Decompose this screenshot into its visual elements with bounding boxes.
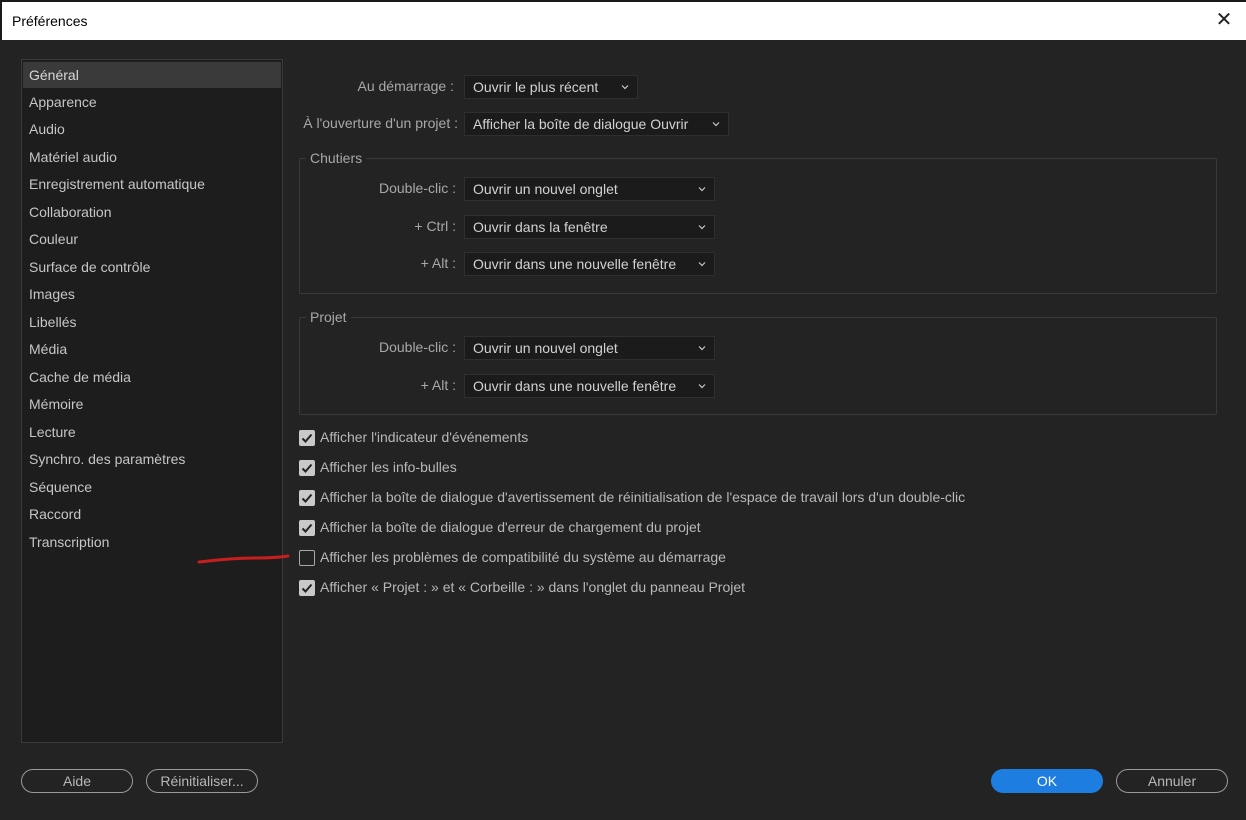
sidebar-item-labels[interactable]: Libellés xyxy=(23,309,281,335)
sidebar-item-audio-hardware[interactable]: Matériel audio xyxy=(23,144,281,170)
bins-alt-value: Ouvrir dans une nouvelle fenêtre xyxy=(473,256,677,272)
sidebar: Général Apparence Audio Matériel audio E… xyxy=(21,59,283,743)
sidebar-item-sync-settings[interactable]: Synchro. des paramètres xyxy=(23,446,281,472)
project-double-click-label: Double-clic : xyxy=(378,339,456,355)
checkbox-checked[interactable] xyxy=(299,580,315,596)
bins-double-click-select[interactable]: Ouvrir un nouvel onglet xyxy=(464,177,715,201)
window-title: Préférences xyxy=(12,13,88,29)
bins-alt-select[interactable]: Ouvrir dans une nouvelle fenêtre xyxy=(464,252,715,276)
sidebar-item-sequence[interactable]: Séquence xyxy=(23,474,281,500)
bins-double-click-value: Ouvrir un nouvel onglet xyxy=(473,181,618,197)
bins-alt-label: + Alt : xyxy=(420,255,456,271)
reset-button[interactable]: Réinitialiser... xyxy=(146,769,258,793)
project-alt-label: + Alt : xyxy=(420,377,456,393)
chevron-down-icon xyxy=(698,187,706,192)
chevron-down-icon xyxy=(698,384,706,389)
project-alt-value: Ouvrir dans une nouvelle fenêtre xyxy=(473,378,677,394)
startup-select-value: Ouvrir le plus récent xyxy=(473,79,599,95)
chevron-down-icon xyxy=(698,225,706,230)
bins-ctrl-label: + Ctrl : xyxy=(414,218,456,234)
sidebar-item-appearance[interactable]: Apparence xyxy=(23,89,281,115)
checkbox-label: Afficher « Projet : » et « Corbeille : »… xyxy=(320,579,746,595)
sidebar-item-trim[interactable]: Raccord xyxy=(23,501,281,527)
checkbox-label: Afficher les problèmes de compatibilité … xyxy=(320,549,726,565)
chevron-down-icon xyxy=(712,122,720,127)
checkbox-workspace-reset-warning[interactable]: Afficher la boîte de dialogue d'avertiss… xyxy=(299,489,967,509)
checkbox-label: Afficher la boîte de dialogue d'avertiss… xyxy=(320,489,966,505)
project-alt-select[interactable]: Ouvrir dans une nouvelle fenêtre xyxy=(464,374,715,398)
startup-select[interactable]: Ouvrir le plus récent xyxy=(464,75,638,99)
sidebar-item-collaboration[interactable]: Collaboration xyxy=(23,199,281,225)
checkbox-checked[interactable] xyxy=(299,520,315,536)
sidebar-item-audio[interactable]: Audio xyxy=(23,116,281,142)
bins-ctrl-select[interactable]: Ouvrir dans la fenêtre xyxy=(464,215,715,239)
checkbox-tooltips[interactable]: Afficher les info-bulles xyxy=(299,459,979,479)
help-button[interactable]: Aide xyxy=(21,769,133,793)
project-group-title: Projet xyxy=(306,309,351,325)
chevron-down-icon xyxy=(698,346,706,351)
sidebar-item-media[interactable]: Média xyxy=(23,336,281,362)
checkbox-label: Afficher la boîte de dialogue d'erreur d… xyxy=(320,519,701,535)
checkbox-compatibility-issues[interactable]: Afficher les problèmes de compatibilité … xyxy=(299,549,979,569)
bins-double-click-label: Double-clic : xyxy=(378,180,456,196)
checkbox-checked[interactable] xyxy=(299,430,315,446)
project-group xyxy=(299,317,1217,415)
sidebar-item-playback[interactable]: Lecture xyxy=(23,419,281,445)
sidebar-item-general[interactable]: Général xyxy=(23,62,281,88)
chevron-down-icon xyxy=(698,262,706,267)
close-icon[interactable]: ✕ xyxy=(1214,10,1234,30)
open-project-label: À l'ouverture d'un projet : xyxy=(303,115,458,131)
ok-button[interactable]: OK xyxy=(991,769,1103,793)
title-bar: Préférences ✕ xyxy=(0,0,1246,40)
chevron-down-icon xyxy=(621,85,629,90)
sidebar-item-memory[interactable]: Mémoire xyxy=(23,391,281,417)
cancel-button[interactable]: Annuler xyxy=(1116,769,1228,793)
checkbox-unchecked[interactable] xyxy=(299,550,315,566)
sidebar-item-control-surface[interactable]: Surface de contrôle xyxy=(23,254,281,280)
sidebar-item-color[interactable]: Couleur xyxy=(23,226,281,252)
bins-group-title: Chutiers xyxy=(306,150,367,166)
startup-label: Au démarrage : xyxy=(357,78,455,94)
checkbox-label: Afficher les info-bulles xyxy=(320,459,457,475)
project-double-click-value: Ouvrir un nouvel onglet xyxy=(473,340,618,356)
sidebar-item-graphics[interactable]: Images xyxy=(23,281,281,307)
checkbox-checked[interactable] xyxy=(299,490,315,506)
checkbox-project-load-error[interactable]: Afficher la boîte de dialogue d'erreur d… xyxy=(299,519,979,539)
bins-ctrl-value: Ouvrir dans la fenêtre xyxy=(473,219,608,235)
checkbox-checked[interactable] xyxy=(299,460,315,476)
open-project-select[interactable]: Afficher la boîte de dialogue Ouvrir xyxy=(464,112,729,136)
red-annotation-mark xyxy=(197,554,290,564)
checkbox-event-indicator[interactable]: Afficher l'indicateur d'événements xyxy=(299,429,979,449)
checkbox-project-bin-tab-prefix[interactable]: Afficher « Projet : » et « Corbeille : »… xyxy=(299,579,979,599)
sidebar-item-auto-save[interactable]: Enregistrement automatique xyxy=(23,171,281,197)
project-double-click-select[interactable]: Ouvrir un nouvel onglet xyxy=(464,336,715,360)
preferences-dialog: Général Apparence Audio Matériel audio E… xyxy=(0,40,1246,820)
sidebar-item-media-cache[interactable]: Cache de média xyxy=(23,364,281,390)
open-project-select-value: Afficher la boîte de dialogue Ouvrir xyxy=(473,116,689,132)
checkbox-label: Afficher l'indicateur d'événements xyxy=(320,429,529,445)
